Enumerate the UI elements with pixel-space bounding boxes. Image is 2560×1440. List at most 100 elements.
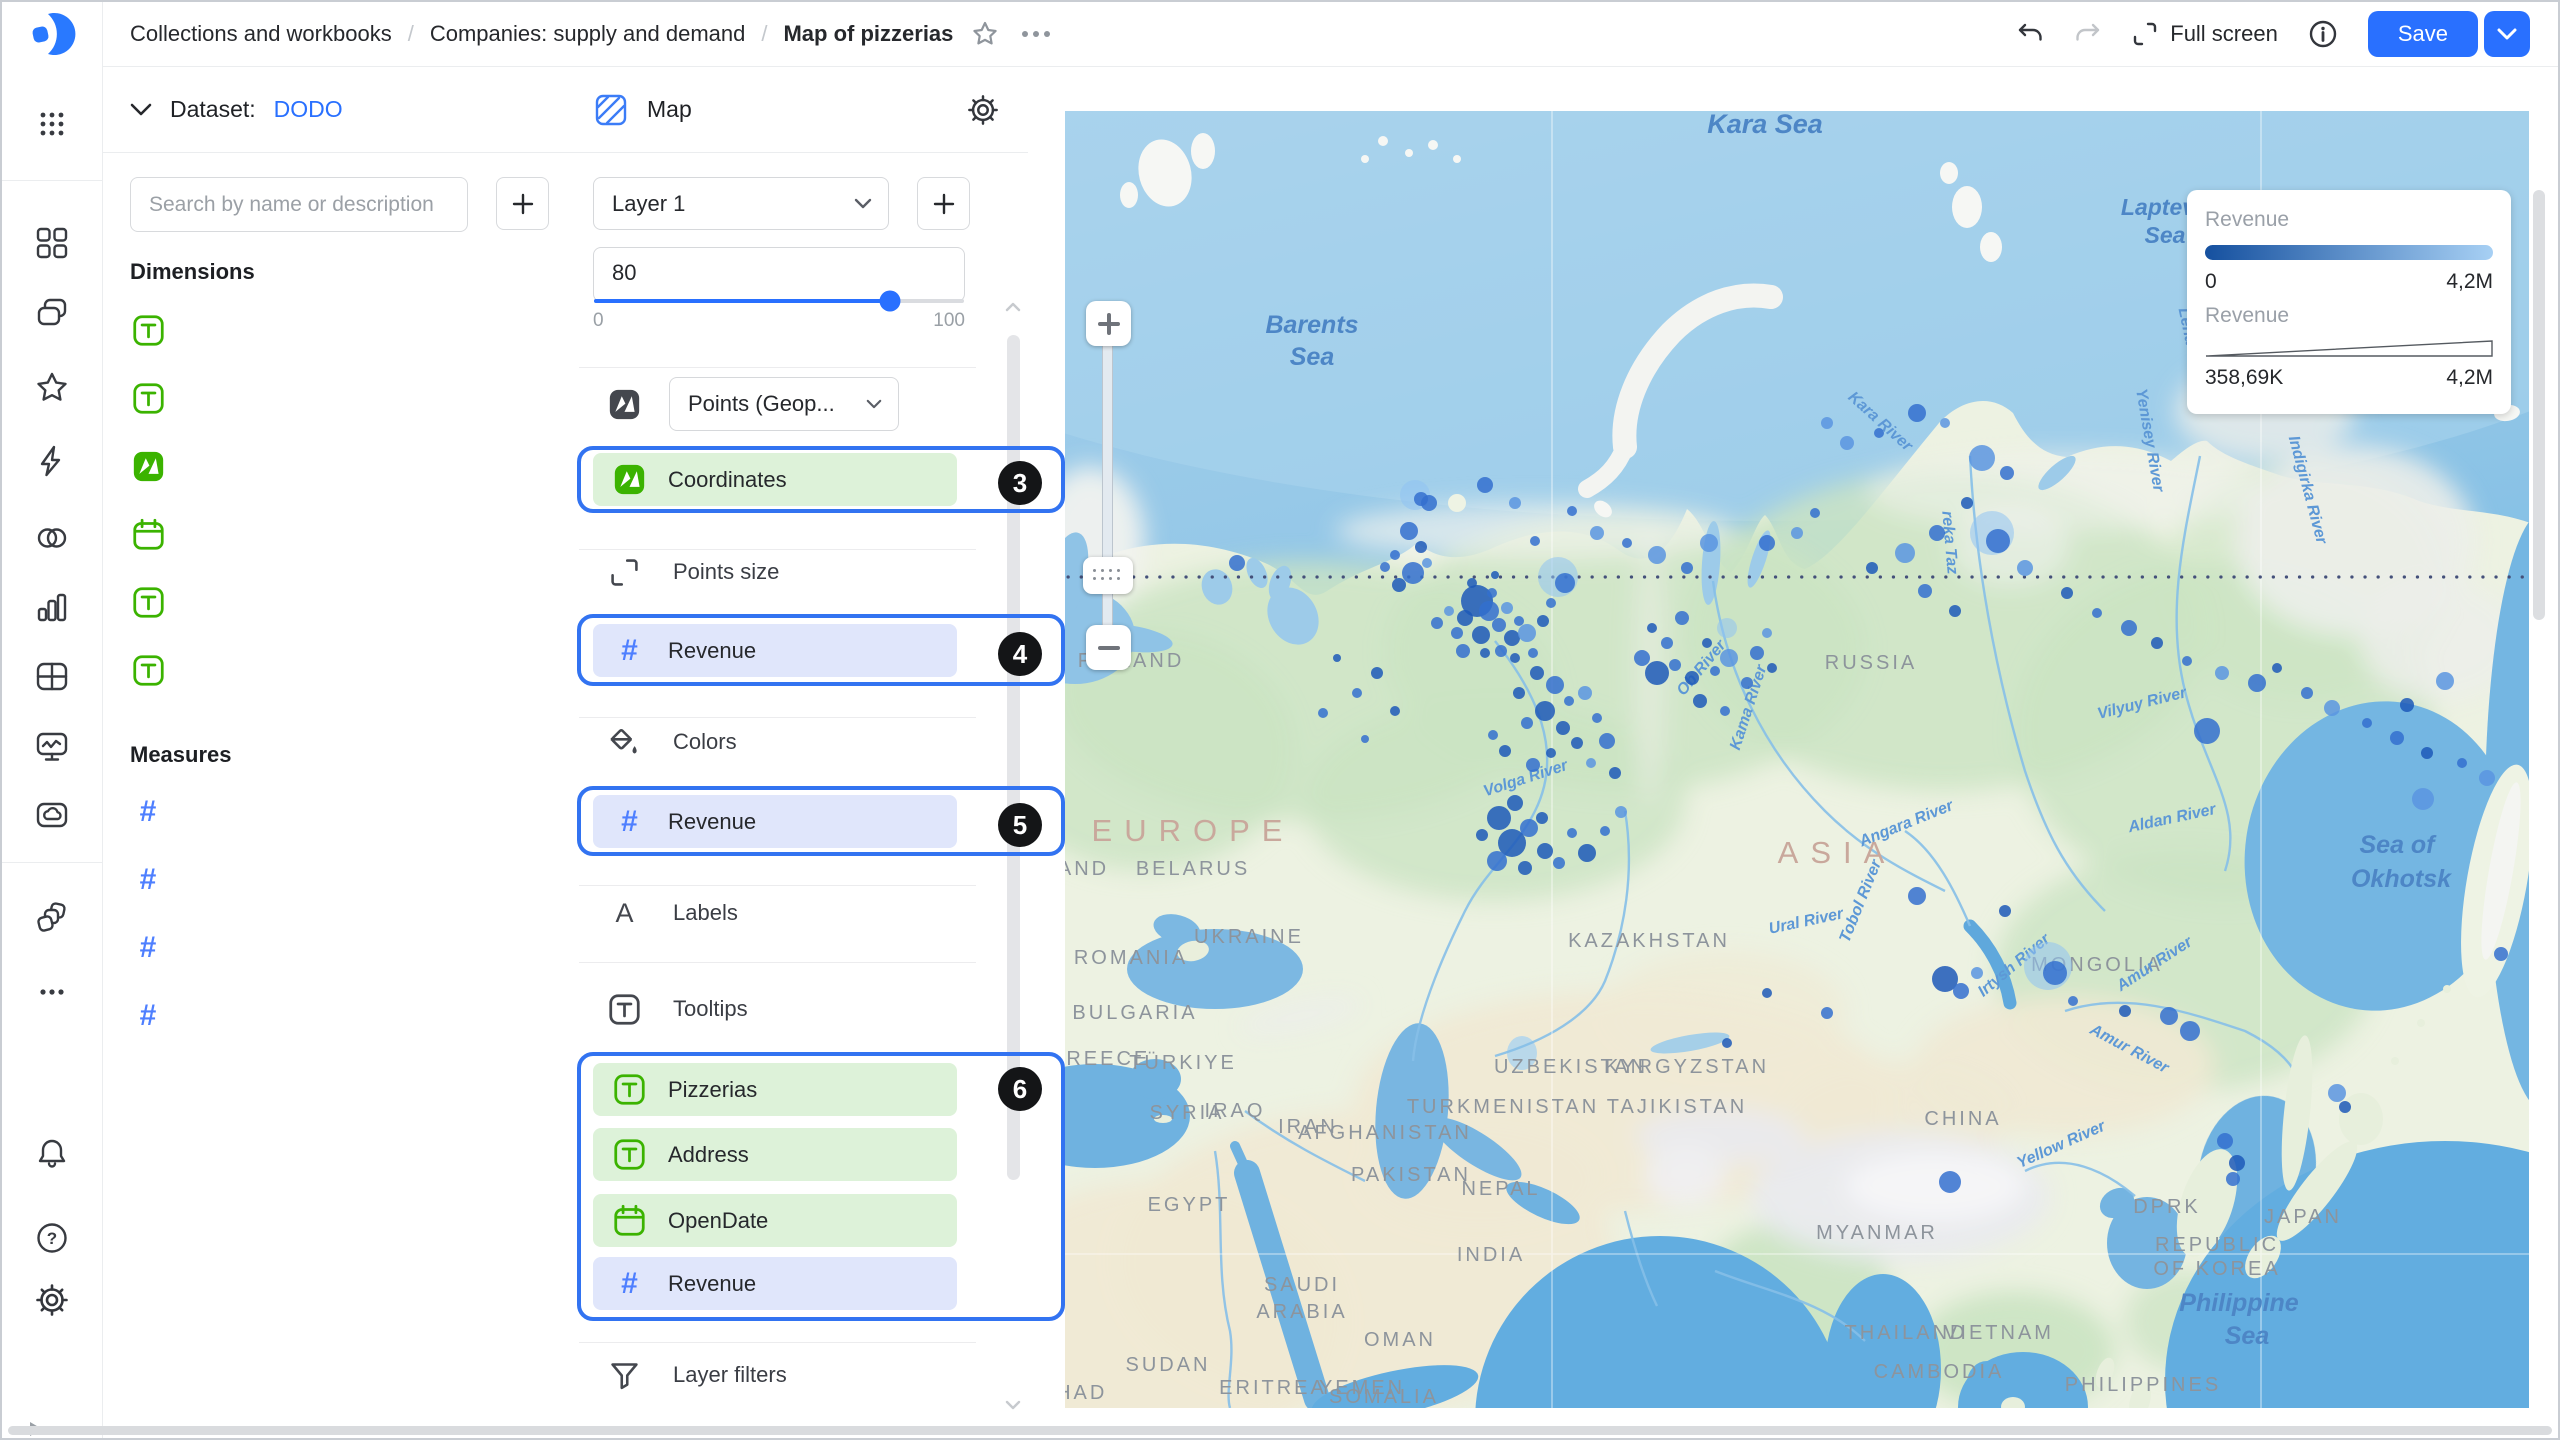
pizzeria-point[interactable] xyxy=(2479,770,2495,786)
pizzeria-point[interactable] xyxy=(1514,616,1524,626)
relations-icon[interactable] xyxy=(33,519,71,557)
undo-icon[interactable] xyxy=(2016,20,2044,48)
pizzeria-point[interactable] xyxy=(1509,497,1521,509)
pizzeria-point[interactable] xyxy=(1762,988,1772,998)
layer-select[interactable]: Layer 1 xyxy=(593,177,889,230)
pizzeria-point[interactable] xyxy=(1908,404,1926,422)
config-scrollbar-thumb[interactable] xyxy=(1007,335,1020,1180)
collections-icon[interactable] xyxy=(33,294,71,332)
layer-opacity-field[interactable]: 80 xyxy=(593,247,965,312)
pizzeria-point[interactable] xyxy=(1720,649,1738,667)
pizzeria-point[interactable] xyxy=(1681,562,1693,574)
pizzeria-point[interactable] xyxy=(1700,534,1718,552)
field-opendate[interactable] xyxy=(102,500,565,568)
pizzeria-point[interactable] xyxy=(1821,417,1833,429)
apps-menu-icon[interactable] xyxy=(33,105,71,143)
pizzeria-point[interactable] xyxy=(1392,578,1406,592)
pizzeria-point[interactable] xyxy=(1578,686,1592,700)
pizzeria-point[interactable] xyxy=(2328,1084,2346,1102)
scroll-up-icon[interactable] xyxy=(1005,299,1021,315)
pizzeria-point[interactable] xyxy=(1762,628,1772,638)
pizzeria-point[interactable] xyxy=(1495,645,1507,657)
pizzeria-point[interactable] xyxy=(1609,767,1621,779)
pizzeria-point[interactable] xyxy=(1535,701,1555,721)
pizzeria-point[interactable] xyxy=(1402,562,1424,584)
favorites-icon[interactable] xyxy=(33,369,71,407)
pizzeria-point[interactable] xyxy=(1710,666,1720,676)
pizzeria-point[interactable] xyxy=(1421,495,1437,511)
pizzeria-point[interactable] xyxy=(2301,687,2313,699)
breadcrumb-collections[interactable]: Collections and workbooks xyxy=(130,21,392,47)
pizzeria-point[interactable] xyxy=(1546,598,1556,608)
vertical-scrollbar-thumb[interactable] xyxy=(2533,190,2545,620)
favorite-star-icon[interactable] xyxy=(971,20,999,48)
pizzeria-point[interactable] xyxy=(1510,653,1520,663)
pizzeria-point[interactable] xyxy=(1840,436,1854,450)
pizzeria-point[interactable] xyxy=(1501,602,1513,614)
tables-icon[interactable] xyxy=(33,657,71,695)
pizzeria-point[interactable] xyxy=(2362,718,2372,728)
opacity-slider-knob[interactable] xyxy=(879,290,901,312)
pizzeria-point[interactable] xyxy=(1477,477,1493,493)
pizzeria-point[interactable] xyxy=(2068,996,2078,1006)
zoom-slider-handle[interactable] xyxy=(1083,557,1133,594)
pizzeria-point[interactable] xyxy=(1451,627,1463,639)
pizzeria-point[interactable] xyxy=(2229,1155,2245,1171)
pizzeria-point[interactable] xyxy=(1555,573,1575,593)
chevron-down-icon[interactable] xyxy=(130,103,152,117)
pizzeria-point[interactable] xyxy=(1759,535,1775,551)
more-icon[interactable] xyxy=(33,973,71,1011)
pizzeria-point[interactable] xyxy=(1521,717,1533,729)
opacity-slider[interactable] xyxy=(594,290,964,312)
colors-revenue-chip[interactable]: # Revenue xyxy=(593,795,957,848)
pizzeria-point[interactable] xyxy=(1821,1007,1833,1019)
pizzeria-point[interactable] xyxy=(2494,947,2508,961)
pizzeria-point[interactable] xyxy=(1874,428,1884,438)
pizzeria-point[interactable] xyxy=(1590,526,1604,540)
pizzeria-point[interactable] xyxy=(1600,826,1610,836)
pizzeria-point[interactable] xyxy=(1634,650,1650,666)
pizzeria-point[interactable] xyxy=(2248,674,2266,692)
pizzeria-point[interactable] xyxy=(2217,1133,2233,1149)
pizzeria-point[interactable] xyxy=(1741,677,1753,689)
pizzeria-point[interactable] xyxy=(1556,721,1570,735)
pizzeria-point[interactable] xyxy=(1717,618,1737,638)
field-measure-names[interactable] xyxy=(102,636,565,704)
tooltip-pizzerias-chip[interactable]: Pizzerias xyxy=(593,1063,957,1116)
pizzeria-point[interactable] xyxy=(1537,843,1553,859)
pizzeria-point[interactable] xyxy=(1661,637,1673,649)
resources-icon[interactable] xyxy=(33,899,71,937)
pizzeria-point[interactable] xyxy=(1390,550,1400,560)
pizzeria-point[interactable] xyxy=(1488,730,1498,740)
pizzeria-point[interactable] xyxy=(1479,601,1499,621)
pizzeria-point[interactable] xyxy=(1229,555,1245,571)
pizzeria-point[interactable] xyxy=(1622,538,1632,548)
zoom-out-button[interactable] xyxy=(1086,625,1131,670)
pizzeria-point[interactable] xyxy=(1530,536,1540,546)
pizzeria-point[interactable] xyxy=(2043,961,2067,985)
pizzeria-point[interactable] xyxy=(1536,812,1548,824)
pizzeria-point[interactable] xyxy=(1722,1038,1732,1048)
pizzeria-point[interactable] xyxy=(1352,688,1362,698)
pizzeria-point[interactable] xyxy=(1546,676,1564,694)
pizzeria-point[interactable] xyxy=(2061,587,2073,599)
pizzeria-point[interactable] xyxy=(2272,663,2282,673)
pizzeria-point[interactable] xyxy=(1513,687,1525,699)
breadcrumb-workbook[interactable]: Companies: supply and demand xyxy=(430,21,746,47)
pizzeria-point[interactable] xyxy=(1669,659,1681,671)
pizzeria-point[interactable] xyxy=(1415,541,1427,553)
pizzeria-point[interactable] xyxy=(1949,605,1961,617)
pizzeria-point[interactable] xyxy=(2151,637,2163,649)
pizzeria-point[interactable] xyxy=(2194,718,2220,744)
horizontal-scrollbar[interactable] xyxy=(8,1426,2552,1435)
datalens-logo-icon[interactable] xyxy=(28,10,76,58)
expand-icon[interactable] xyxy=(16,1410,54,1438)
field-measure-values[interactable]: # xyxy=(102,982,565,1050)
pizzeria-point[interactable] xyxy=(1467,578,1477,588)
map-canvas[interactable]: FINLANDRUSSIAPOLANDBELARUSUKRAINEROMANIA… xyxy=(1065,111,2529,1408)
pizzeria-point[interactable] xyxy=(1526,758,1540,772)
field-the-number-of-pizzerias[interactable]: # xyxy=(102,914,565,982)
tooltip-address-chip[interactable]: Address xyxy=(593,1128,957,1181)
pizzeria-point[interactable] xyxy=(2092,608,2102,618)
pizzeria-point[interactable] xyxy=(2324,700,2340,716)
